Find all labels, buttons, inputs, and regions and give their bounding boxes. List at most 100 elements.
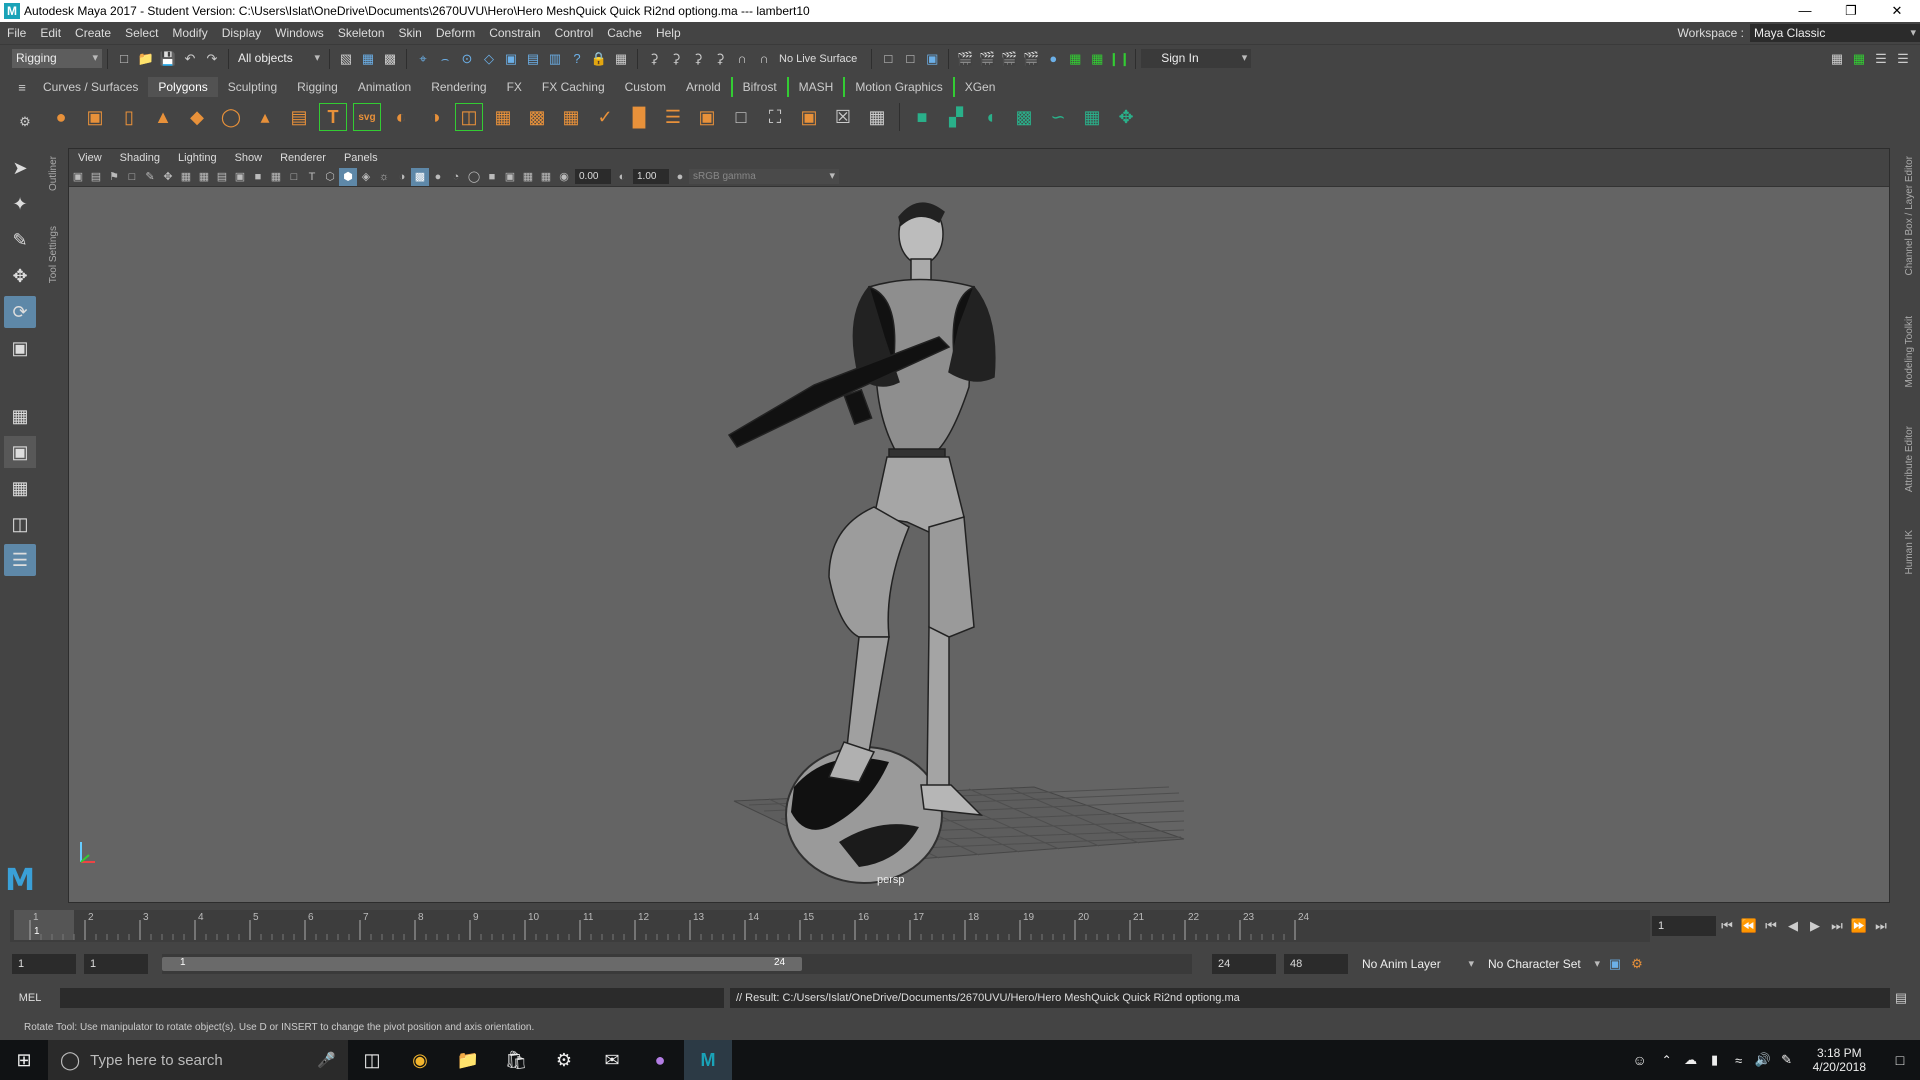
bridge-icon[interactable]: ▦ [557, 103, 585, 131]
redo-icon[interactable]: ↷ [202, 49, 222, 69]
xray-joints-icon[interactable]: ▦ [519, 168, 537, 186]
single-perspective-layout-icon[interactable]: ▣ [4, 436, 36, 468]
rotate-tool-icon[interactable]: ⟳ [4, 296, 36, 328]
workspace-dropdown[interactable]: Maya Classic [1750, 24, 1920, 42]
combine-icon[interactable]: ◐ [387, 103, 415, 131]
view-transform-dropdown[interactable]: sRGB gamma [689, 169, 839, 184]
tab-animation[interactable]: Animation [348, 77, 421, 97]
wifi-icon[interactable]: ≈ [1727, 1040, 1751, 1080]
smooth-icon[interactable]: ▦ [489, 103, 517, 131]
step-forward-frame-icon[interactable]: ⏩ [1849, 916, 1869, 936]
bevel-icon[interactable]: ☰ [659, 103, 687, 131]
menuset-dropdown[interactable]: Rigging [12, 49, 102, 68]
script-editor-icon[interactable]: ▤ [1891, 988, 1911, 1008]
xray-active-icon[interactable]: ▦ [537, 168, 555, 186]
panel-menu-show[interactable]: Show [226, 152, 272, 164]
menu-select[interactable]: Select [118, 26, 165, 40]
outliner-side-tab[interactable]: Outliner [48, 156, 59, 191]
play-forwards-icon[interactable]: ▶ [1805, 916, 1825, 936]
auto-key-icon[interactable]: ▣ [1605, 954, 1625, 974]
task-view-icon[interactable]: ◫ [348, 1040, 396, 1080]
sphere-icon[interactable]: ● [47, 103, 75, 131]
uv-unfold-icon[interactable]: ✥ [1112, 103, 1140, 131]
menu-help[interactable]: Help [649, 26, 688, 40]
range-slider-handle[interactable] [162, 957, 802, 971]
playback-end-field[interactable]: 24 [1212, 954, 1276, 974]
shelf-menu-icon[interactable]: ≡ [12, 77, 32, 97]
snap-grid-icon[interactable]: ⌖ [413, 49, 433, 69]
step-forward-key-icon[interactable]: ⏭ [1827, 916, 1847, 936]
tab-curves-surfaces[interactable]: Curves / Surfaces [33, 77, 148, 97]
move-tool-icon[interactable]: ✥ [4, 260, 36, 292]
animation-preferences-icon[interactable]: ⚙ [1627, 954, 1647, 974]
channel-box-side-tab[interactable]: Channel Box / Layer Editor [1904, 156, 1915, 276]
menu-modify[interactable]: Modify [165, 26, 214, 40]
extrude-icon[interactable]: ▩ [523, 103, 551, 131]
action-center-icon[interactable]: □ [1880, 1040, 1920, 1080]
maya-taskbar-icon[interactable]: M [684, 1040, 732, 1080]
menu-skin[interactable]: Skin [392, 26, 429, 40]
cube-icon[interactable]: ▣ [81, 103, 109, 131]
playback-start-field[interactable]: 1 [84, 954, 148, 974]
separate-icon[interactable]: ◑ [421, 103, 449, 131]
close-button[interactable]: ✕ [1874, 0, 1920, 22]
select-object-icon[interactable]: ▦ [358, 49, 378, 69]
snap-point-icon[interactable]: ⊙ [457, 49, 477, 69]
shadows-icon[interactable]: ◑ [393, 168, 411, 186]
resolution-gate-icon[interactable]: ▣ [231, 168, 249, 186]
selection-mask-dropdown[interactable]: All objects [234, 49, 324, 68]
modeling-toolkit-icon[interactable]: ▦ [1827, 49, 1847, 69]
attribute-editor-toggle-icon[interactable]: ❙❙ [1108, 49, 1130, 69]
outliner-toggle-icon[interactable]: ▦ [1849, 49, 1869, 69]
image-plane-icon[interactable]: □ [123, 168, 141, 186]
bounding-box-icon[interactable]: □ [727, 103, 755, 131]
menu-display[interactable]: Display [215, 26, 268, 40]
panel-menu-shading[interactable]: Shading [111, 152, 169, 164]
time-slider[interactable]: 1 2 3 4 5 6 7 8 9 10 11 12 13 14 15 16 17 18 19 20 21 22 23 24 … [10, 910, 1650, 942]
render-current-icon[interactable]: 🎬 [977, 49, 997, 69]
live-surface-label[interactable]: No Live Surface [779, 53, 857, 65]
pyramid-icon[interactable]: ▴ [251, 103, 279, 131]
depth-of-field-icon[interactable]: ■ [483, 168, 501, 186]
field-chart-icon[interactable]: ▦ [267, 168, 285, 186]
camera-icon[interactable]: ▣ [69, 168, 87, 186]
command-mode-label[interactable]: MEL [0, 992, 60, 1004]
file-explorer-icon[interactable]: 📁 [444, 1040, 492, 1080]
tab-rendering[interactable]: Rendering [421, 77, 496, 97]
grease-pencil-icon[interactable]: ✎ [141, 168, 159, 186]
2d-pan-zoom-icon[interactable]: ✥ [159, 168, 177, 186]
snap-curve-icon[interactable]: ⌢ [435, 49, 455, 69]
panel-menu-panels[interactable]: Panels [335, 152, 387, 164]
panel-menu-renderer[interactable]: Renderer [271, 152, 335, 164]
restore-button[interactable]: ❐ [1828, 0, 1874, 22]
tab-custom[interactable]: Custom [615, 77, 676, 97]
target-weld-icon[interactable]: ▣ [693, 103, 721, 131]
isolate-select-icon[interactable]: ▣ [501, 168, 519, 186]
menu-constrain[interactable]: Constrain [482, 26, 547, 40]
app-icon[interactable]: ⚙ [540, 1040, 588, 1080]
snap-component-icon[interactable]: ▤ [523, 49, 543, 69]
chrome-icon[interactable]: ◉ [396, 1040, 444, 1080]
tab-arnold[interactable]: Arnold [676, 77, 731, 97]
bookmark-icon[interactable]: ⚑ [105, 168, 123, 186]
display-settings-icon[interactable]: ▦ [1065, 49, 1085, 69]
windows-start-icon[interactable]: ⊞ [0, 1040, 48, 1080]
torus-icon[interactable]: ◯ [217, 103, 245, 131]
exposure-field[interactable]: 0.00 [575, 169, 611, 184]
uv-planar-icon[interactable]: ■ [908, 103, 936, 131]
chevron-up-icon[interactable]: ⌃ [1655, 1040, 1679, 1080]
cylinder-icon[interactable]: ▯ [115, 103, 143, 131]
shelf-settings-icon[interactable]: ⚙ [15, 112, 35, 132]
lasso-tool-icon[interactable]: ✦ [4, 188, 36, 220]
insert-edge-icon[interactable]: ✓ [591, 103, 619, 131]
gate-mask-icon[interactable]: ■ [249, 168, 267, 186]
uv-spherical-icon[interactable]: ◖ [976, 103, 1004, 131]
wireframe-shading-icon[interactable]: ⬡ [321, 168, 339, 186]
safe-title-icon[interactable]: T [303, 168, 321, 186]
snap-pivot-icon[interactable]: ▥ [545, 49, 565, 69]
snap-help-icon[interactable]: ? [567, 49, 587, 69]
safe-action-icon[interactable]: □ [285, 168, 303, 186]
motion-blur-icon[interactable]: ◔ [447, 168, 465, 186]
camera-attributes-icon[interactable]: ▤ [87, 168, 105, 186]
ambient-occlusion-icon[interactable]: ● [429, 168, 447, 186]
